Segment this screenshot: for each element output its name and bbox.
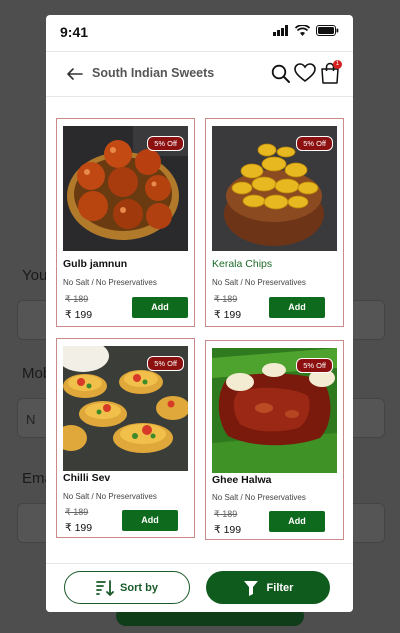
filter-icon [243, 580, 258, 596]
page-title: South Indian Sweets [92, 66, 215, 80]
add-to-cart-button[interactable]: Add [269, 297, 325, 318]
bg-label-name: You [22, 267, 48, 284]
product-subtitle: No Salt / No Preservatives [212, 493, 306, 502]
discount-badge: 5% Off [296, 136, 333, 151]
product-card[interactable]: 5% Off Ghee Halwa No Salt / No Preservat… [205, 340, 344, 540]
discount-badge: 5% Off [296, 358, 333, 373]
product-image: 5% Off [63, 126, 188, 251]
status-bar: 9:41 [46, 15, 353, 49]
product-card[interactable]: 5% Off Gulb jamnun No Salt / No Preserva… [56, 118, 195, 327]
product-price: ₹ 199 [214, 524, 242, 536]
product-name: Ghee Halwa [212, 474, 272, 486]
add-to-cart-button[interactable]: Add [269, 511, 325, 532]
product-name: Kerala Chips [212, 258, 273, 270]
product-image: 5% Off [63, 346, 188, 471]
sort-label: Sort by [120, 581, 158, 594]
app-header: South Indian Sweets 1 [46, 51, 353, 97]
product-card[interactable]: 5% Off Chilli Sev No Salt / No Preservat… [56, 338, 195, 538]
filter-button[interactable]: Filter [206, 571, 330, 604]
product-price: ₹ 199 [214, 309, 242, 321]
status-time: 9:41 [60, 24, 89, 40]
product-price: ₹ 199 [65, 309, 93, 321]
product-image: 5% Off [212, 126, 337, 251]
heart-icon[interactable] [294, 63, 316, 83]
product-sheet: 9:41 South Indian Sweets 1 5% Off Gulb j… [46, 15, 353, 612]
status-icons [273, 25, 339, 36]
signal-icon [273, 25, 288, 36]
battery-icon [316, 25, 339, 36]
product-card[interactable]: 5% Off Kerala Chips No Salt / No Preserv… [205, 118, 344, 327]
search-icon[interactable] [271, 64, 291, 84]
discount-badge: 5% Off [147, 136, 184, 151]
original-price: ₹ 189 [65, 507, 89, 517]
back-arrow-icon[interactable] [66, 65, 84, 83]
cart-count-badge: 1 [333, 60, 342, 69]
add-to-cart-button[interactable]: Add [132, 297, 188, 318]
original-price: ₹ 189 [214, 509, 238, 519]
add-to-cart-button[interactable]: Add [122, 510, 178, 531]
product-subtitle: No Salt / No Preservatives [212, 278, 306, 287]
wifi-icon [295, 25, 310, 36]
product-image: 5% Off [212, 348, 337, 473]
filter-label: Filter [266, 581, 294, 594]
product-price: ₹ 199 [65, 522, 93, 534]
original-price: ₹ 189 [65, 294, 89, 304]
bottom-action-bar: Sort by Filter [46, 563, 353, 612]
sort-icon [96, 579, 114, 596]
product-name: Gulb jamnun [63, 258, 128, 270]
discount-badge: 5% Off [147, 356, 184, 371]
product-subtitle: No Salt / No Preservatives [63, 492, 157, 501]
sort-button[interactable]: Sort by [64, 571, 190, 604]
original-price: ₹ 189 [214, 294, 238, 304]
product-subtitle: No Salt / No Preservatives [63, 278, 157, 287]
bg-field-mobile-text: N [26, 412, 36, 427]
product-name: Chilli Sev [63, 472, 111, 484]
